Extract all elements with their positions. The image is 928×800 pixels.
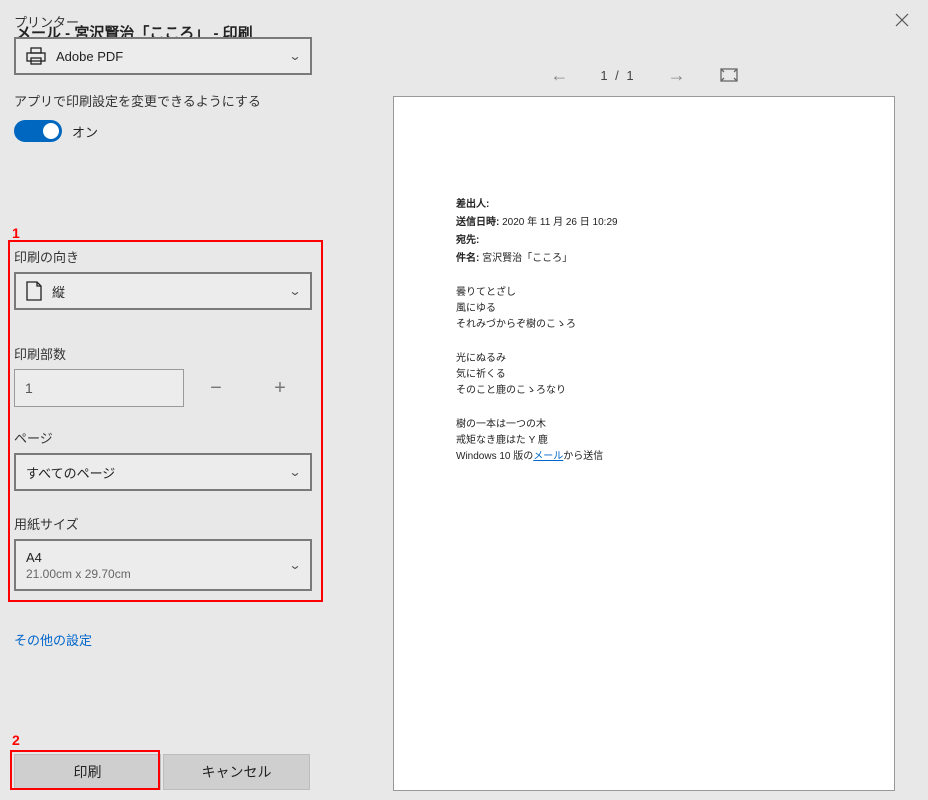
app-change-state: オン [72,122,98,141]
pv-body-line: 戒矩なき鹿はた Y 鹿 [456,433,832,449]
pv-to-value [482,235,542,245]
preview-page: 差出人: 送信日時: 2020 年 11 月 26 日 10:29 宛先: 件名… [393,96,895,791]
pages-label: ページ [14,428,312,447]
pv-body-line: 風にゆる [456,301,832,317]
minus-icon: − [210,377,222,400]
pv-foot-pre: Windows 10 版の [456,451,533,462]
app-change-label: アプリで印刷設定を変更できるようにする [14,91,314,110]
pv-foot-link[interactable]: メール [533,451,563,462]
arrow-left-icon: ← [550,65,568,86]
app-change-toggle[interactable] [14,120,62,142]
paper-sub: 21.00cm x 29.70cm [26,567,131,581]
chevron-down-icon: ⌄ [288,465,301,479]
preview-area: ← 1 / 1 → 差出人: 送信日時: 2020 年 11 月 26 日 10… [360,58,928,800]
pv-to-label: 宛先: [456,235,479,246]
page-portrait-icon [26,281,42,301]
fullscreen-icon [720,68,738,82]
pages-selected: すべてのページ [26,463,115,482]
paper-dropdown[interactable]: A4 21.00cm x 29.70cm ⌄ [14,539,312,591]
copies-label: 印刷部数 [14,344,312,363]
paper-selected: A4 [26,550,131,565]
pv-body-line: そのこと鹿のこゝろなり [456,383,832,399]
pv-body-line: 光にぬるみ [456,351,832,367]
printer-icon [26,47,46,65]
cancel-button[interactable]: キャンセル [163,754,310,790]
chevron-down-icon: ⌄ [288,558,301,572]
pages-dropdown[interactable]: すべてのページ ⌄ [14,453,312,491]
orientation-label: 印刷の向き [14,247,312,266]
pv-body-line: それみづからぞ樹のこゝろ [456,317,832,333]
printer-label: プリンター [14,12,314,31]
copies-input[interactable] [14,369,184,407]
pv-foot-post: から送信 [563,451,603,462]
pv-body-line: 気に祈くる [456,367,832,383]
pv-sent-value: 2020 年 11 月 26 日 10:29 [502,217,617,228]
close-icon [895,13,909,27]
orientation-dropdown[interactable]: 縦 ⌄ [14,272,312,310]
paper-label: 用紙サイズ [14,514,312,533]
plus-icon: + [274,377,286,400]
arrow-right-icon: → [668,65,686,86]
preview-fit-button[interactable] [718,64,740,86]
print-options-panel: プリンター Adobe PDF ⌄ アプリで印刷設定を変更できるようにする オン… [0,0,328,800]
chevron-down-icon: ⌄ [288,284,301,298]
pv-from-value [492,199,536,209]
other-settings-link[interactable]: その他の設定 [14,630,92,649]
pv-subject-label: 件名: [456,253,479,264]
preview-page-indicator: 1 / 1 [600,68,635,83]
preview-next-button[interactable]: → [666,64,688,86]
printer-dropdown[interactable]: Adobe PDF ⌄ [14,37,312,75]
annotation-1-number: 1 [12,225,20,241]
print-button[interactable]: 印刷 [14,754,161,790]
close-button[interactable] [892,10,912,30]
pv-body-line: 曇りてとざし [456,285,832,301]
preview-toolbar: ← 1 / 1 → [548,58,739,92]
chevron-down-icon: ⌄ [288,49,301,63]
orientation-selected: 縦 [52,282,65,301]
pv-from-label: 差出人: [456,199,489,210]
copies-increment[interactable]: + [248,369,312,407]
copies-decrement[interactable]: − [184,369,248,407]
pv-sent-label: 送信日時: [456,217,499,228]
pv-subject-value: 宮沢賢治「こころ」 [482,253,572,264]
pv-body-line: 樹の一本は一つの木 [456,417,832,433]
annotation-2-number: 2 [12,732,20,748]
preview-prev-button[interactable]: ← [548,64,570,86]
printer-selected: Adobe PDF [56,49,123,64]
